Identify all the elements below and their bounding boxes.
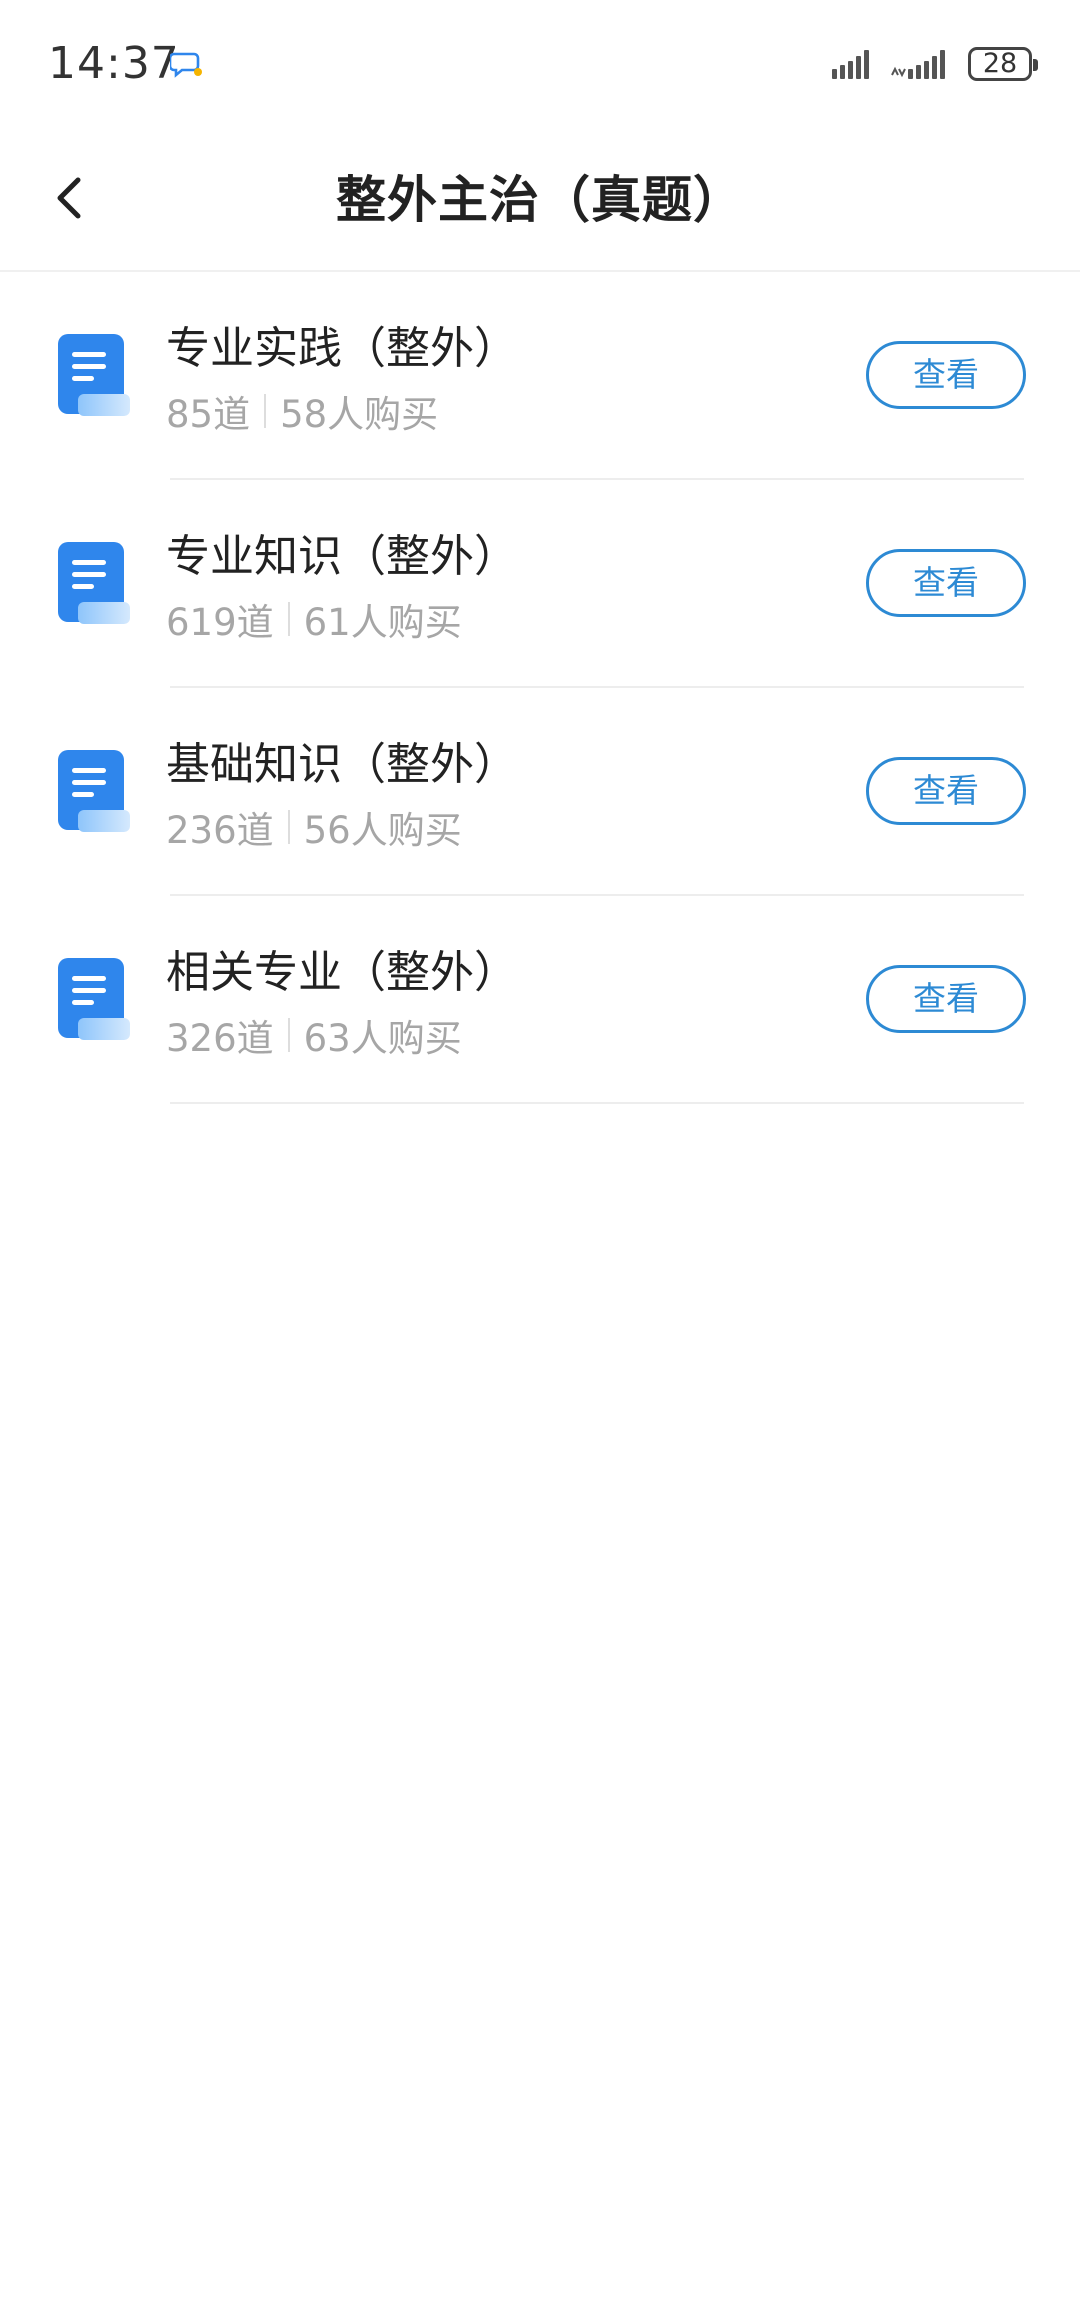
document-icon [58, 750, 130, 832]
meta-divider [264, 394, 267, 428]
list-item[interactable]: 专业知识（整外） 619道 61人购买 查看 [0, 480, 1080, 688]
item-title: 专业实践（整外） [166, 323, 518, 374]
page-title: 整外主治（真题） [336, 171, 744, 229]
paper-list: 专业实践（整外） 85道 58人购买 查看 专业知识（整外） 619道 61人购… [0, 272, 1080, 1104]
item-meta: 85道 58人购买 [166, 384, 438, 438]
document-icon [58, 958, 130, 1040]
battery-icon: 28 [968, 47, 1038, 81]
view-button[interactable]: 查看 [866, 965, 1026, 1033]
item-meta: 236道 56人购买 [166, 800, 462, 854]
meta-divider [287, 602, 290, 636]
status-indicators: 28 [830, 44, 1038, 84]
battery-level: 28 [982, 48, 1018, 79]
item-meta: 619道 61人购买 [166, 592, 462, 646]
question-count: 85道 [166, 393, 251, 436]
view-button[interactable]: 查看 [866, 549, 1026, 617]
document-icon [58, 334, 130, 416]
list-item[interactable]: 基础知识（整外） 236道 56人购买 查看 [0, 688, 1080, 896]
status-time: 14:37 [48, 38, 180, 89]
nav-bar: 整外主治（真题） [0, 130, 1080, 272]
item-meta: 326道 63人购买 [166, 1008, 462, 1062]
buyer-count: 61人购买 [303, 601, 462, 644]
battery-tip [1033, 59, 1038, 71]
signal-icon [832, 50, 869, 79]
view-button[interactable]: 查看 [866, 757, 1026, 825]
question-count: 326道 [166, 1017, 274, 1060]
list-item[interactable]: 专业实践（整外） 85道 58人购买 查看 [0, 272, 1080, 480]
question-count: 619道 [166, 601, 274, 644]
list-item[interactable]: 相关专业（整外） 326道 63人购买 查看 [0, 896, 1080, 1104]
item-title: 专业知识（整外） [166, 531, 518, 582]
buyer-count: 63人购买 [303, 1017, 462, 1060]
meta-divider [287, 810, 290, 844]
item-title: 基础知识（整外） [166, 739, 518, 790]
meta-divider [287, 1018, 290, 1052]
question-count: 236道 [166, 809, 274, 852]
signal-icon [891, 50, 945, 79]
buyer-count: 58人购买 [280, 393, 439, 436]
buyer-count: 56人购买 [303, 809, 462, 852]
document-icon [58, 542, 130, 624]
view-button[interactable]: 查看 [866, 341, 1026, 409]
item-title: 相关专业（整外） [166, 947, 518, 998]
status-bar: 14:37 28 [0, 0, 1080, 130]
divider [170, 1102, 1024, 1104]
chat-bubble-icon [170, 52, 202, 78]
